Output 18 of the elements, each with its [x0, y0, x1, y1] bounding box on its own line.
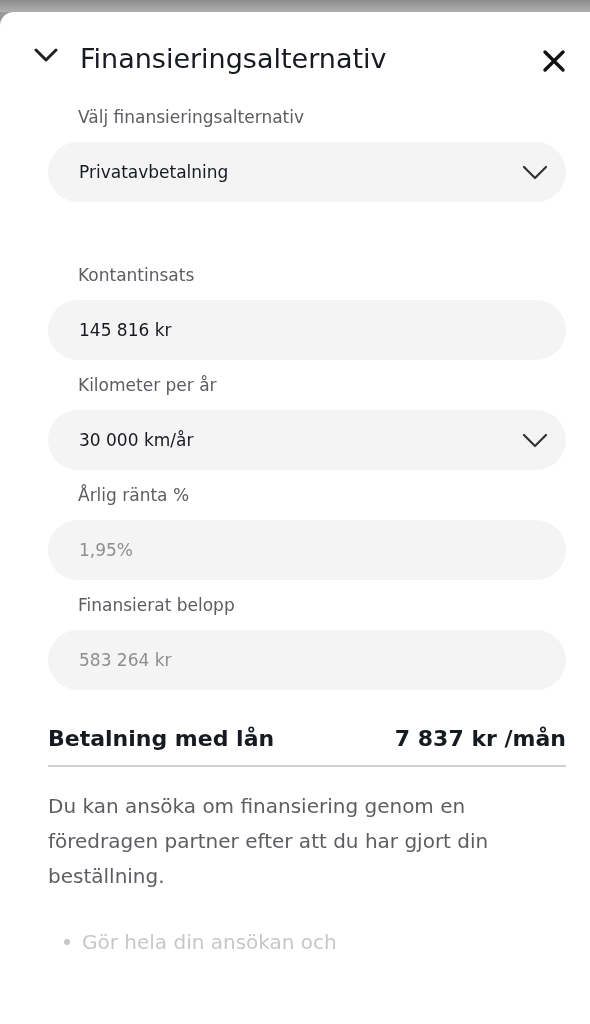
field-label: Välj finansieringsalternativ	[77, 106, 306, 128]
summary-amount: 7 837 kr /mån	[394, 726, 566, 751]
field-label: Kilometer per år	[77, 374, 218, 396]
chevron-icon[interactable]	[34, 48, 58, 62]
field-label: Finansierat belopp	[77, 594, 236, 616]
bullet-text: Gör hela din ansökan och	[82, 930, 337, 954]
input-field[interactable]: 145 816 kr	[48, 300, 566, 360]
chevron-icon	[522, 164, 548, 180]
close-icon[interactable]	[542, 49, 566, 73]
field-label: Årlig ränta %	[77, 484, 191, 506]
dropdown-field[interactable]: 30 000 km/år	[48, 410, 566, 470]
field-label: Kontantinsats	[77, 264, 196, 286]
dropdown-field[interactable]: Privatavbetalning	[48, 142, 566, 202]
panel-title: Finansieringsalternativ	[80, 42, 388, 74]
chevron-icon	[522, 432, 548, 448]
bullet-icon	[64, 939, 70, 945]
description-text: Du kan ansöka om finansiering genom en föredragen partner efter att du har gjort din beställning.	[48, 793, 490, 890]
summary-label: Betalning med lån	[48, 726, 275, 751]
